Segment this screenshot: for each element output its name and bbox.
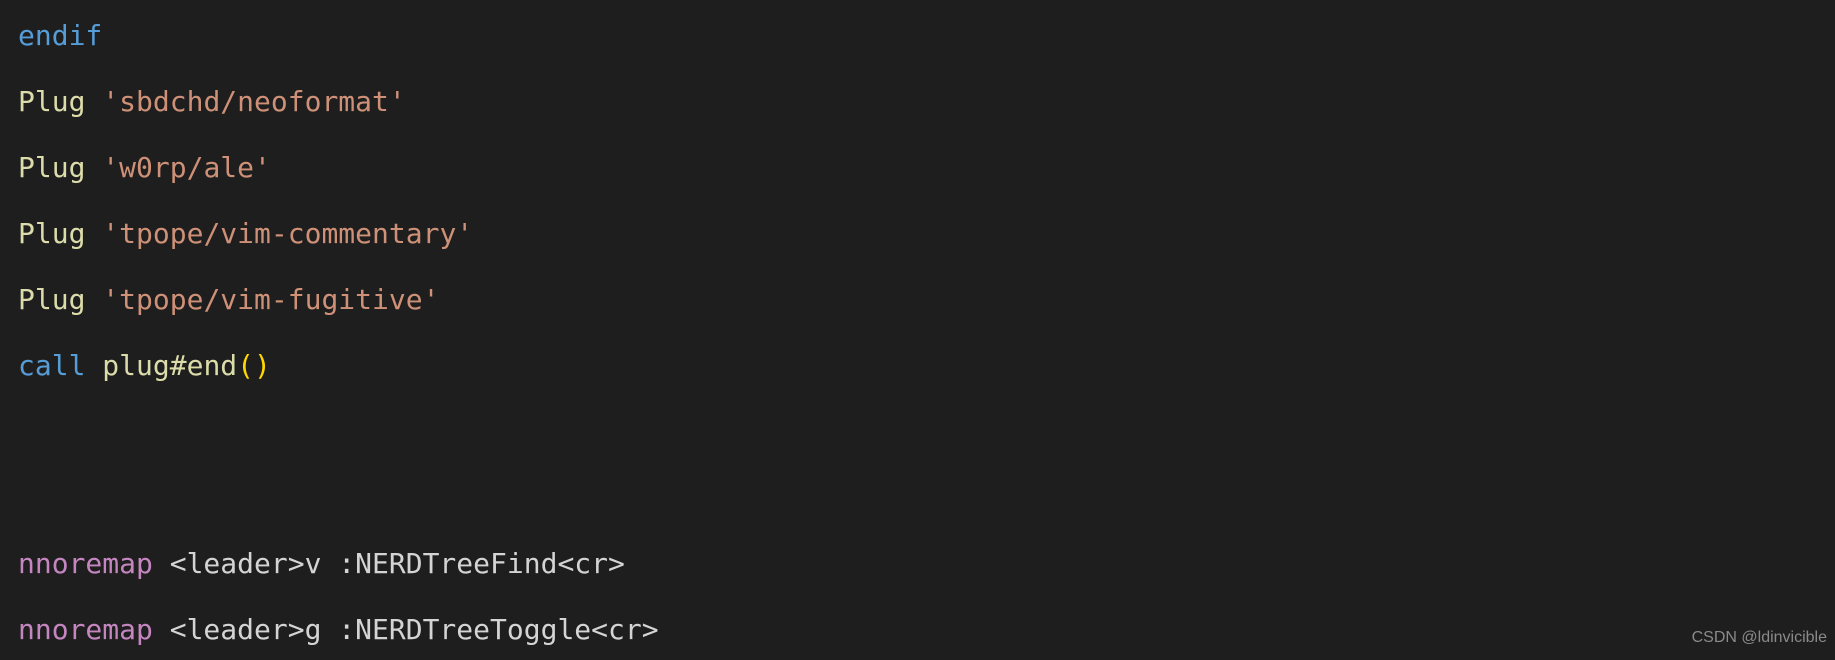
kw-nnoremap: nnoremap [18,613,153,646]
plug-call: Plug [18,283,85,316]
plug-end: plug#end [102,349,237,382]
plug-commentary: 'tpope/vim-commentary' [102,217,473,250]
plug-ale: 'w0rp/ale' [102,151,271,184]
plug-call: Plug [18,151,85,184]
plug-fugitive: 'tpope/vim-fugitive' [102,283,439,316]
code-editor[interactable]: endif Plug 'sbdchd/neoformat' Plug 'w0rp… [18,0,1687,660]
plug-call: Plug [18,217,85,250]
plug-neoformat: 'sbdchd/neoformat' [102,85,405,118]
paren-open: ( [237,349,254,382]
watermark-text: CSDN @ldinvicible [1692,621,1827,654]
plug-call: Plug [18,85,85,118]
paren-close: ) [254,349,271,382]
kw-call: call [18,349,85,382]
map-nerdtreetoggle: <leader>g :NERDTreeToggle<cr> [153,613,659,646]
kw-nnoremap: nnoremap [18,547,153,580]
kw-endif: endif [18,19,102,52]
map-nerdtreefind: <leader>v :NERDTreeFind<cr> [153,547,625,580]
